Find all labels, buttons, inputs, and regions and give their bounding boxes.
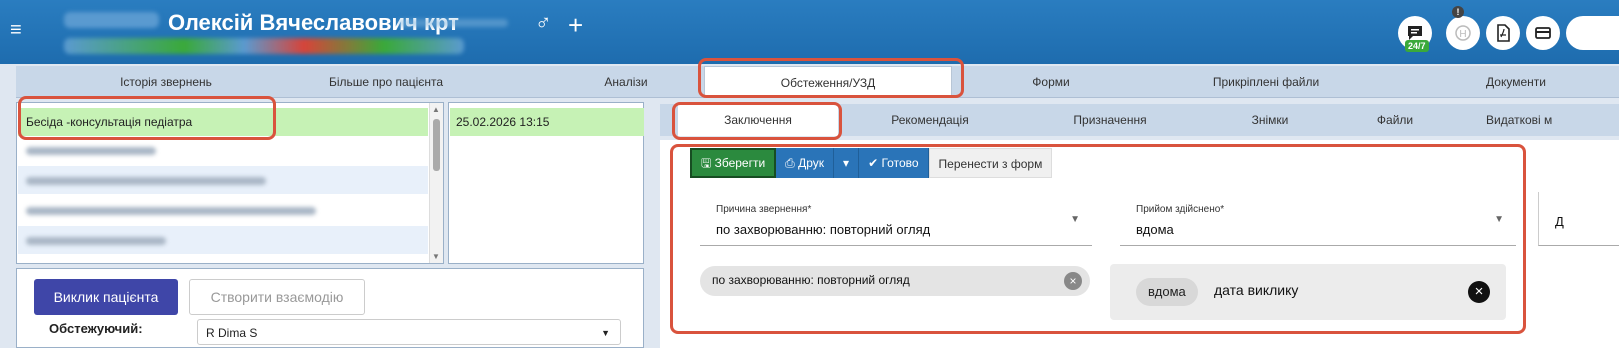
list-item[interactable] xyxy=(18,196,428,224)
call-date-text: дата виклику xyxy=(1214,282,1299,298)
tab-conclusion[interactable]: Заключення xyxy=(678,104,838,136)
hamburger-icon[interactable]: ≡ xyxy=(10,20,30,40)
print-dropdown-button[interactable]: ▾ xyxy=(834,148,860,178)
place-value: вдома xyxy=(1136,222,1174,237)
tab-recommendation[interactable]: Рекомендація xyxy=(870,104,990,136)
date-list-item-selected[interactable]: 25.02.2026 13:15 xyxy=(450,108,644,136)
check-icon: ✔ xyxy=(868,156,879,170)
tab-examinations[interactable]: Обстеження/УЗД xyxy=(704,66,952,98)
place-field[interactable]: Прийом здійснено* вдома ▼ xyxy=(1120,192,1516,246)
clear-icon[interactable]: × xyxy=(1468,281,1490,303)
visit-list: Бесіда -консультація педіатра ▲ ▼ xyxy=(16,102,444,264)
caret-down-icon: ▾ xyxy=(843,156,850,170)
examiner-value: R Dima S xyxy=(206,326,258,340)
tab-more-about-patient[interactable]: Більше про пацієнта xyxy=(286,66,486,98)
close-icon[interactable]: × xyxy=(1064,272,1082,290)
visit-list-item-selected[interactable]: Бесіда -консультація педіатра xyxy=(18,108,428,136)
scroll-thumb[interactable] xyxy=(433,119,440,171)
toolbar: 🖫 Зберегти ⎙ Друк ▾ ✔ Готово Перенести з… xyxy=(690,148,1053,178)
reason-chip[interactable]: по захворюванню: повторний огляд × xyxy=(700,266,1090,296)
main-tabs: Історія звернень Більше про пацієнта Ана… xyxy=(16,66,1619,98)
tab-analyses[interactable]: Аналізи xyxy=(576,66,676,98)
third-label: Д xyxy=(1555,214,1564,229)
tab-files[interactable]: Файли xyxy=(1350,104,1440,136)
examiner-select[interactable]: R Dima S ▼ xyxy=(197,319,621,345)
date-list: 25.02.2026 13:15 xyxy=(448,102,644,264)
reason-chip-text: по захворюванню: повторний огляд xyxy=(712,273,910,287)
place-chip[interactable]: вдома xyxy=(1136,278,1198,306)
tab-prescription[interactable]: Призначення xyxy=(1050,104,1170,136)
svg-text:Н: Н xyxy=(1459,29,1466,40)
blurred-id xyxy=(398,12,508,33)
save-label: Зберегти xyxy=(714,156,766,170)
sub-tabs: Заключення Рекомендація Призначення Знім… xyxy=(660,104,1619,136)
reason-value: по захворюванню: повторний огляд xyxy=(716,222,931,237)
move-from-forms-button[interactable]: Перенести з форм xyxy=(928,148,1053,178)
examiner-label: Обстежуючий: xyxy=(49,321,143,336)
place-label: Прийом здійснено* xyxy=(1136,204,1225,215)
print-label: Друк xyxy=(798,156,825,170)
gender-icon: ♂ xyxy=(535,10,552,35)
list-item[interactable] xyxy=(18,166,428,194)
tab-history[interactable]: Історія звернень xyxy=(56,66,276,98)
add-icon[interactable]: + xyxy=(568,12,583,38)
chevron-down-icon: ▼ xyxy=(601,328,610,338)
place-chip-box[interactable]: вдома дата виклику × xyxy=(1110,264,1506,320)
blurred-details xyxy=(64,38,464,54)
save-button[interactable]: 🖫 Зберегти xyxy=(690,148,777,178)
tab-expenses[interactable]: Видаткові м xyxy=(1486,104,1619,136)
print-icon: ⎙ xyxy=(785,156,795,170)
list-item[interactable] xyxy=(18,226,428,254)
create-interaction-button[interactable]: Створити взаємодію xyxy=(189,279,365,315)
card-icon[interactable] xyxy=(1526,16,1560,50)
visit-list-scrollbar[interactable]: ▲ ▼ xyxy=(429,103,443,263)
chevron-down-icon: ▼ xyxy=(1494,214,1504,225)
support-badge: 24/7 xyxy=(1405,40,1429,52)
reason-field[interactable]: Причина звернення* по захворюванню: повт… xyxy=(700,192,1092,246)
tab-forms[interactable]: Форми xyxy=(996,66,1106,98)
call-patient-button[interactable]: Виклик пацієнта xyxy=(34,279,178,315)
top-bar: ≡ Олексій Вячеславович крт ♂ + 24/7 Н ! xyxy=(0,0,1619,64)
tab-documents[interactable]: Документи xyxy=(1456,66,1576,98)
alert-badge: ! xyxy=(1452,6,1464,18)
pdf-icon[interactable] xyxy=(1486,16,1520,50)
signature-icon[interactable]: Н xyxy=(1446,16,1480,50)
scroll-down-icon[interactable]: ▼ xyxy=(432,252,440,261)
tab-attached-files[interactable]: Прикріплені файли xyxy=(1186,66,1346,98)
reason-label: Причина звернення* xyxy=(716,204,812,215)
print-button[interactable]: ⎙ Друк xyxy=(776,148,835,178)
blurred-prefix xyxy=(64,12,159,28)
ready-label: Готово xyxy=(881,156,919,170)
save-icon: 🖫 xyxy=(701,156,712,170)
chevron-down-icon: ▼ xyxy=(1070,214,1080,225)
tab-images[interactable]: Знімки xyxy=(1220,104,1320,136)
more-icon[interactable] xyxy=(1566,16,1619,50)
third-field[interactable]: Д xyxy=(1538,192,1619,246)
scroll-up-icon[interactable]: ▲ xyxy=(432,105,440,114)
list-item[interactable] xyxy=(18,136,428,164)
interaction-panel: Виклик пацієнта Створити взаємодію Обсте… xyxy=(16,268,644,348)
ready-button[interactable]: ✔ Готово xyxy=(859,148,929,178)
